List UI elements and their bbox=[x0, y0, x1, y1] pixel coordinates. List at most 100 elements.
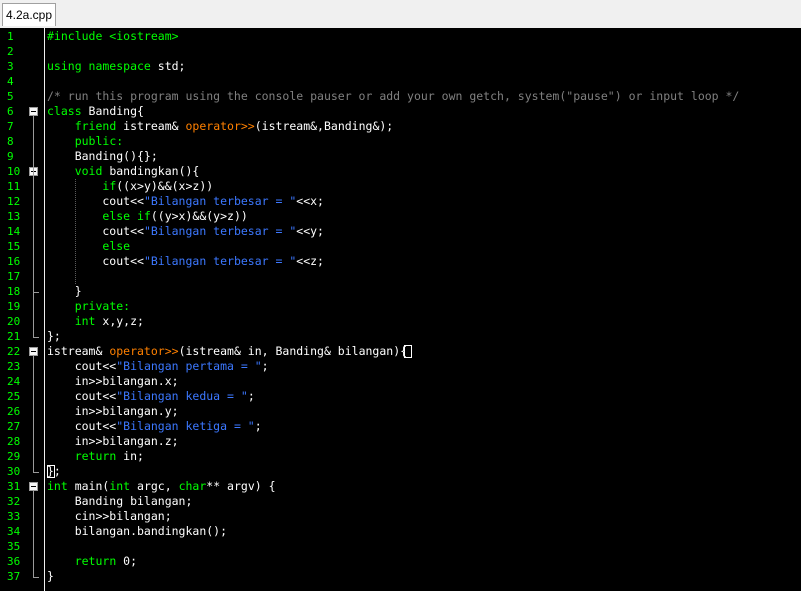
line-number: 19 bbox=[7, 300, 21, 313]
line-number: 34 bbox=[7, 525, 21, 538]
code-line[interactable]: 5 /* run this program using the console p… bbox=[0, 89, 801, 104]
code-line[interactable]: 30}; bbox=[0, 464, 801, 479]
code-token: "Bilangan pertama = " bbox=[116, 359, 262, 373]
code-token: operator>> bbox=[185, 119, 255, 133]
code-line[interactable]: 27 cout<<"Bilangan ketiga = "; bbox=[0, 419, 801, 434]
line-number: 3 bbox=[7, 60, 14, 73]
code-token: istream& bbox=[116, 119, 186, 133]
code-text: return 0; bbox=[47, 554, 137, 569]
line-number: 18 bbox=[7, 285, 21, 298]
line-number: 14 bbox=[7, 225, 21, 238]
code-token: (istream& in, Banding& bilangan) bbox=[178, 344, 401, 358]
code-token: std; bbox=[150, 59, 186, 73]
code-line[interactable]: 12 cout<<"Bilangan terbesar = "<<x; bbox=[0, 194, 801, 209]
code-line[interactable]: 18 } bbox=[0, 284, 801, 299]
line-number: 33 bbox=[7, 510, 21, 523]
code-text: cin>>bilangan; bbox=[47, 509, 172, 524]
code-token: ((x>y)&&(x>z)) bbox=[116, 179, 214, 193]
indent-guide bbox=[75, 179, 76, 284]
code-editor[interactable]: 1 #include <iostream> 2 3 using namespace st… bbox=[0, 28, 801, 591]
code-line[interactable]: 24 in>>bilangan.x; bbox=[0, 374, 801, 389]
code-token: char bbox=[178, 479, 207, 493]
code-text: } bbox=[47, 284, 82, 299]
code-line[interactable]: 32 Banding bilangan; bbox=[0, 494, 801, 509]
code-token: } bbox=[47, 284, 82, 298]
line-number: 35 bbox=[7, 540, 21, 553]
code-text: if((x>y)&&(x>z)) bbox=[47, 179, 213, 194]
code-text: Banding(){}; bbox=[47, 149, 158, 164]
code-line[interactable]: 25 cout<<"Bilangan kedua = "; bbox=[0, 389, 801, 404]
code-line[interactable]: 33 cin>>bilangan; bbox=[0, 509, 801, 524]
code-text: else bbox=[47, 239, 130, 254]
code-token: istream& bbox=[47, 344, 110, 358]
fold-guide bbox=[33, 491, 34, 577]
code-line[interactable]: 34 bilangan.bandingkan(); bbox=[0, 524, 801, 539]
code-token: return bbox=[74, 554, 117, 568]
code-line[interactable]: 10 void bandingkan(){ bbox=[0, 164, 801, 179]
code-token: in>>bilangan.y; bbox=[47, 404, 179, 418]
code-line[interactable]: 20 int x,y,z; bbox=[0, 314, 801, 329]
code-line[interactable]: 29 return in; bbox=[0, 449, 801, 464]
code-line[interactable]: 28 in>>bilangan.z; bbox=[0, 434, 801, 449]
code-line[interactable]: 8 public: bbox=[0, 134, 801, 149]
code-text: return in; bbox=[47, 449, 144, 464]
code-text: void bandingkan(){ bbox=[47, 164, 200, 179]
fold-guide-end bbox=[33, 577, 39, 578]
code-line[interactable]: 26 in>>bilangan.y; bbox=[0, 404, 801, 419]
brace-match-highlight bbox=[404, 345, 412, 358]
code-line[interactable]: 7 friend istream& operator>>(istream&,Ba… bbox=[0, 119, 801, 134]
code-line[interactable]: 31 int main(int argc, char** argv) { bbox=[0, 479, 801, 494]
code-token: cout<< bbox=[47, 194, 144, 208]
code-line[interactable]: 19 private: bbox=[0, 299, 801, 314]
code-token: void bbox=[74, 164, 103, 178]
code-line[interactable]: 22 istream& operator>>(istream& in, Bandi… bbox=[0, 344, 801, 359]
code-line[interactable]: 15 else bbox=[0, 239, 801, 254]
code-line[interactable]: 2 bbox=[0, 44, 801, 59]
code-line[interactable]: 16 cout<<"Bilangan terbesar = "<<z; bbox=[0, 254, 801, 269]
line-number: 31 bbox=[7, 480, 21, 493]
code-token: bilangan.bandingkan(); bbox=[47, 524, 228, 538]
code-line[interactable]: 9 Banding(){}; bbox=[0, 149, 801, 164]
code-text: cout<<"Bilangan kedua = "; bbox=[47, 389, 255, 404]
code-text: bilangan.bandingkan(); bbox=[47, 524, 227, 539]
code-line[interactable]: 1 #include <iostream> bbox=[0, 29, 801, 44]
line-number: 12 bbox=[7, 195, 21, 208]
fold-guide-end bbox=[33, 472, 39, 473]
line-number: 5 bbox=[7, 90, 14, 103]
file-tab[interactable]: 4.2a.cpp bbox=[2, 3, 56, 26]
fold-toggle-icon[interactable] bbox=[29, 107, 38, 116]
line-number: 28 bbox=[7, 435, 21, 448]
fold-guide bbox=[33, 356, 34, 472]
fold-toggle-icon[interactable] bbox=[29, 482, 38, 491]
code-line[interactable]: 23 cout<<"Bilangan pertama = "; bbox=[0, 359, 801, 374]
code-token: cout<< bbox=[47, 254, 144, 268]
code-token: ; bbox=[247, 389, 255, 403]
code-line[interactable]: 35 bbox=[0, 539, 801, 554]
code-line[interactable]: 17 bbox=[0, 269, 801, 284]
code-line[interactable]: 13 else if((y>x)&&(y>z)) bbox=[0, 209, 801, 224]
code-text: private: bbox=[47, 299, 130, 314]
code-token: private: bbox=[74, 299, 131, 313]
code-line[interactable]: 21}; bbox=[0, 329, 801, 344]
code-token: in>>bilangan.x; bbox=[47, 374, 179, 388]
line-number: 23 bbox=[7, 360, 21, 373]
line-number: 8 bbox=[7, 135, 14, 148]
fold-guide bbox=[33, 176, 34, 292]
code-line[interactable]: 4 bbox=[0, 74, 801, 89]
code-line[interactable]: 14 cout<<"Bilangan terbesar = "<<y; bbox=[0, 224, 801, 239]
code-token: operator>> bbox=[109, 344, 179, 358]
code-line[interactable]: 6 class Banding{ bbox=[0, 104, 801, 119]
code-text: cout<<"Bilangan terbesar = "<<z; bbox=[47, 254, 324, 269]
code-text: in>>bilangan.z; bbox=[47, 434, 179, 449]
code-line[interactable]: 3 using namespace std; bbox=[0, 59, 801, 74]
code-line[interactable]: 37} bbox=[0, 569, 801, 584]
code-line[interactable]: 11 if((x>y)&&(x>z)) bbox=[0, 179, 801, 194]
code-token: /* run this program using the console pa… bbox=[47, 89, 740, 103]
code-token: return bbox=[74, 449, 117, 463]
code-text: cout<<"Bilangan terbesar = "<<y; bbox=[47, 224, 324, 239]
code-token: in; bbox=[116, 449, 144, 463]
code-text: cout<<"Bilangan ketiga = "; bbox=[47, 419, 262, 434]
tab-bar: 4.2a.cpp bbox=[0, 0, 801, 29]
fold-toggle-icon[interactable] bbox=[29, 347, 38, 356]
code-line[interactable]: 36 return 0; bbox=[0, 554, 801, 569]
